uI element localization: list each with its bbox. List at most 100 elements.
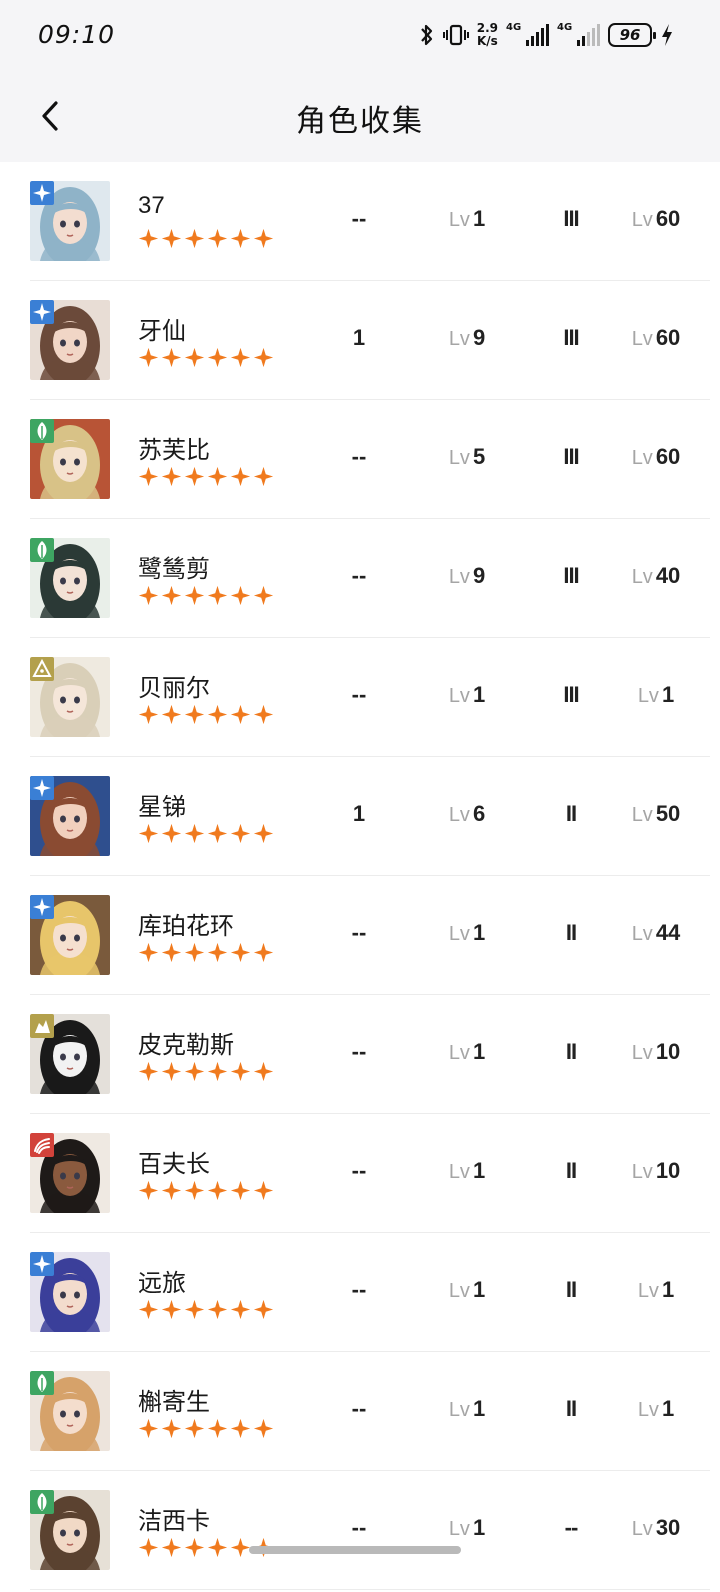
star-icon: [138, 585, 159, 606]
character-level-value: 1: [661, 1396, 675, 1421]
insight-tier: III: [563, 325, 579, 350]
skill-level-value: 1: [472, 1396, 486, 1421]
character-name: 星锑: [138, 794, 186, 821]
character-avatar[interactable]: [30, 1371, 110, 1451]
character-avatar[interactable]: [30, 776, 110, 856]
star-icon: [161, 1299, 182, 1320]
star-sparkle-icon: [33, 184, 51, 202]
character-avatar[interactable]: [30, 657, 110, 737]
character-avatar[interactable]: [30, 181, 110, 261]
star-icon: [161, 228, 182, 249]
character-row[interactable]: 皮克勒斯 -- Lv 1 II Lv 10: [30, 995, 710, 1114]
character-level-value: 10: [655, 1039, 681, 1064]
character-level-value: 60: [655, 206, 681, 231]
leaf-icon: [37, 541, 47, 559]
character-row[interactable]: 苏芙比 -- Lv 5 III Lv 60: [30, 400, 710, 519]
skill-level-value: 9: [472, 563, 486, 588]
star-icon: [184, 1180, 205, 1201]
lv-prefix: Lv: [448, 209, 470, 231]
character-row[interactable]: 贝丽尔 -- Lv 1 III Lv 1: [30, 638, 710, 757]
character-avatar[interactable]: [30, 538, 110, 618]
skill-level-value: 1: [472, 1039, 486, 1064]
character-name: 37: [138, 192, 165, 219]
network-speed-unit: K/s: [476, 34, 498, 48]
character-avatar[interactable]: [30, 300, 110, 380]
character-level: Lv 44: [616, 920, 696, 946]
character-level-value: 1: [661, 682, 675, 707]
character-row[interactable]: 百夫长 -- Lv 1 II Lv 10: [30, 1114, 710, 1233]
character-avatar[interactable]: [30, 895, 110, 975]
star-icon: [253, 1299, 274, 1320]
star-sparkle-icon: [33, 898, 51, 916]
character-avatar[interactable]: [30, 1133, 110, 1213]
element-badge: [30, 300, 54, 324]
rarity-stars: [138, 823, 274, 845]
star-icon: [138, 1537, 159, 1558]
star-icon: [207, 228, 228, 249]
star-icon: [161, 1180, 182, 1201]
lv-prefix: Lv: [631, 328, 653, 350]
character-avatar[interactable]: [30, 1252, 110, 1332]
character-level: Lv 1: [616, 1396, 696, 1422]
star-icon: [253, 823, 274, 844]
character-count: --: [351, 206, 367, 231]
character-avatar[interactable]: [30, 1490, 110, 1570]
leaf-icon: [37, 1374, 47, 1392]
signal-icon: 4G: [557, 22, 600, 46]
star-icon: [161, 585, 182, 606]
star-icon: [161, 466, 182, 487]
battery-level: 96: [619, 26, 641, 44]
star-icon: [230, 228, 251, 249]
character-row[interactable]: 星锑 1 Lv 6 II Lv 50: [30, 757, 710, 876]
skill-level: Lv 5: [434, 444, 500, 470]
star-icon: [138, 347, 159, 368]
star-icon: [138, 466, 159, 487]
lv-prefix: Lv: [448, 1518, 470, 1540]
character-count: --: [351, 1158, 367, 1183]
character-level: Lv 1: [616, 1277, 696, 1303]
element-badge: [30, 419, 54, 443]
character-row[interactable]: 牙仙 1 Lv 9 III Lv 60: [30, 281, 710, 400]
character-row[interactable]: 鹭鸶剪 -- Lv 9 III Lv 40: [30, 519, 710, 638]
star-sparkle-icon: [33, 779, 51, 797]
character-row[interactable]: 库珀花环 -- Lv 1 II Lv 44: [30, 876, 710, 995]
star-icon: [161, 942, 182, 963]
star-icon: [184, 1537, 205, 1558]
star-icon: [253, 704, 274, 725]
crystal-icon: [32, 658, 52, 677]
character-name: 鹭鸶剪: [138, 556, 210, 583]
vibrate-icon: [442, 24, 469, 46]
leaf-icon: [37, 1493, 47, 1511]
star-icon: [161, 1537, 182, 1558]
home-indicator[interactable]: [249, 1546, 461, 1554]
lv-prefix: Lv: [448, 685, 470, 707]
star-icon: [138, 704, 159, 725]
element-badge: [30, 1133, 54, 1157]
star-icon: [253, 942, 274, 963]
rarity-stars: [138, 1061, 274, 1083]
star-icon: [230, 585, 251, 606]
character-row[interactable]: 37 -- Lv 1 III Lv 60: [30, 162, 710, 281]
character-level: Lv 60: [616, 444, 696, 470]
lv-prefix: Lv: [631, 1161, 653, 1183]
skill-level: Lv 1: [434, 682, 500, 708]
character-list[interactable]: 37 -- Lv 1 III Lv 60 牙仙 1 Lv 9 III Lv 60 苏芙比 -- Lv 5 III Lv…: [0, 162, 720, 1590]
star-icon: [184, 942, 205, 963]
character-count: --: [351, 1039, 367, 1064]
character-row[interactable]: 洁西卡 -- Lv 1 -- Lv 30: [30, 1471, 710, 1590]
character-count: --: [351, 444, 367, 469]
skill-level-value: 1: [472, 1515, 486, 1540]
rarity-stars: [138, 585, 274, 607]
insight-tier: III: [563, 206, 579, 231]
character-level: Lv 30: [616, 1515, 696, 1541]
status-icons: 2.9 K/s 4G 4G 96: [419, 18, 674, 52]
character-avatar[interactable]: [30, 1014, 110, 1094]
lv-prefix: Lv: [631, 804, 653, 826]
rarity-stars: [138, 466, 274, 488]
character-row[interactable]: 槲寄生 -- Lv 1 II Lv 1: [30, 1352, 710, 1471]
skill-level: Lv 1: [434, 1039, 500, 1065]
signal-icon: 4G: [506, 22, 549, 46]
character-row[interactable]: 远旅 -- Lv 1 II Lv 1: [30, 1233, 710, 1352]
character-avatar[interactable]: [30, 419, 110, 499]
star-icon: [207, 942, 228, 963]
